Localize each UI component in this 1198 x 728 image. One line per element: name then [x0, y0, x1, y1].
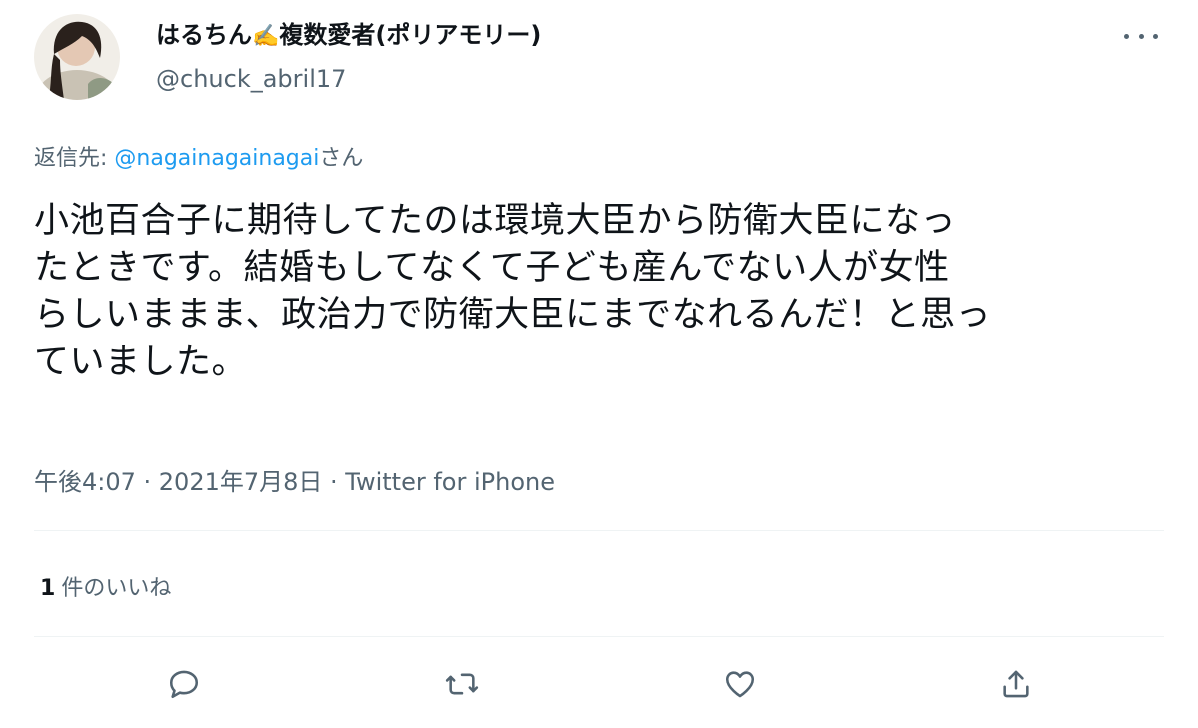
reply-context: 返信先: @nagainagainagaiさん: [34, 140, 363, 172]
display-name-suffix: 複数愛者(ポリアモリー): [279, 21, 542, 49]
display-name-text: はるちん: [156, 21, 252, 49]
more-icon[interactable]: [1124, 26, 1158, 46]
user-handle[interactable]: @chuck_abril17: [156, 64, 541, 94]
likes-count: 1: [40, 576, 56, 601]
retweet-icon[interactable]: [440, 662, 484, 706]
reply-icon[interactable]: [162, 662, 206, 706]
like-icon[interactable]: [718, 662, 762, 706]
likes-stat[interactable]: 1 件のいいね: [40, 570, 171, 602]
tweet-text: 小池百合子に期待してたのは環境大臣から防衛大臣になっ たときです。結婚もしてなく…: [34, 201, 992, 382]
tweet-timestamp[interactable]: 午後4:07 · 2021年7月8日 · Twitter for iPhone: [34, 462, 555, 497]
share-icon[interactable]: [994, 662, 1038, 706]
display-name[interactable]: はるちん✍️複数愛者(ポリアモリー): [156, 20, 541, 52]
reply-suffix: さん: [319, 146, 364, 171]
writing-hand-emoji: ✍️: [252, 24, 280, 49]
reply-prefix: 返信先:: [34, 146, 115, 171]
likes-label: 件のいいね: [61, 576, 172, 601]
action-bar: [0, 662, 1198, 710]
reply-mention-link[interactable]: @nagainagainagai: [114, 146, 319, 171]
avatar[interactable]: [34, 14, 120, 100]
divider: [34, 636, 1164, 637]
tweet-header: はるちん✍️複数愛者(ポリアモリー) @chuck_abril17: [34, 14, 1164, 104]
divider: [34, 530, 1164, 531]
